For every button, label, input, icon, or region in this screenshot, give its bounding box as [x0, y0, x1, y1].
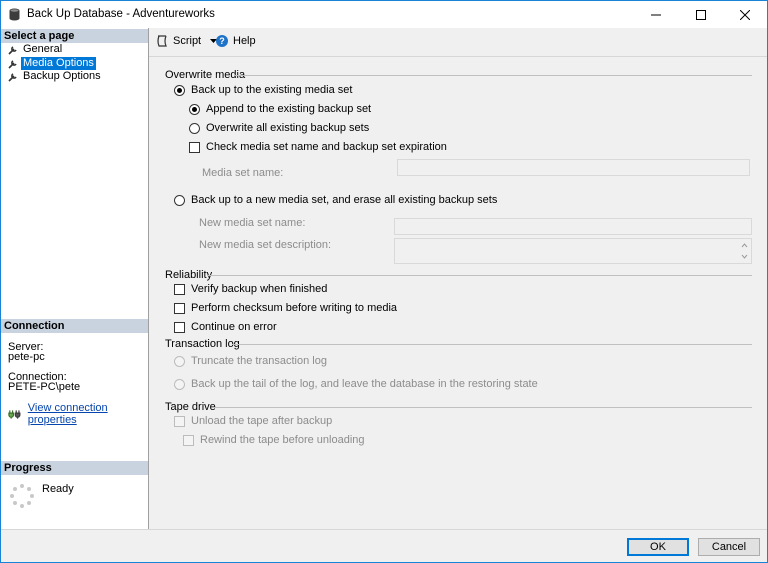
- page-item-general[interactable]: General: [8, 43, 62, 56]
- new-media-set-name-label: New media set name:: [199, 217, 306, 229]
- page-item-label: Backup Options: [23, 70, 101, 82]
- help-icon: ?: [216, 35, 228, 47]
- verify-backup-checkbox[interactable]: Verify backup when finished: [174, 283, 327, 295]
- overwrite-all-radio[interactable]: Overwrite all existing backup sets: [189, 122, 369, 134]
- left-panel: Select a page General Media Options Back…: [1, 28, 149, 529]
- page-item-backup-options[interactable]: Backup Options: [8, 70, 101, 83]
- radio-indicator: [189, 103, 200, 115]
- group-divider: [207, 275, 752, 276]
- ok-button[interactable]: OK: [627, 538, 689, 556]
- page-item-label: Media Options: [21, 57, 96, 70]
- rewind-tape-checkbox[interactable]: Rewind the tape before unloading: [183, 434, 365, 446]
- check-media-checkbox[interactable]: Check media set name and backup set expi…: [189, 141, 447, 153]
- transaction-log-title: Transaction log: [165, 338, 240, 350]
- maximize-icon: [696, 9, 706, 20]
- progress-status: Ready: [42, 483, 74, 495]
- checkbox-indicator: [189, 141, 200, 153]
- database-icon: [9, 8, 20, 21]
- new-media-set-radio[interactable]: Back up to a new media set, and erase al…: [174, 194, 497, 206]
- wrench-icon: [8, 72, 17, 82]
- checkbox-indicator: [183, 434, 194, 446]
- view-connection-link[interactable]: View connection properties: [28, 402, 148, 426]
- option-label: Append to the existing backup set: [206, 103, 372, 115]
- view-connection-properties[interactable]: View connection properties: [8, 402, 148, 426]
- option-label: Unload the tape after backup: [191, 415, 333, 427]
- maximize-button[interactable]: [679, 1, 723, 28]
- toolbar-divider: [149, 56, 767, 57]
- connection-value: PETE-PC\pete: [8, 381, 81, 393]
- close-button[interactable]: [723, 1, 767, 28]
- radio-indicator: [174, 84, 185, 96]
- checkbox-indicator: [174, 415, 185, 427]
- unload-tape-checkbox[interactable]: Unload the tape after backup: [174, 415, 332, 427]
- option-label: Back up to a new media set, and erase al…: [191, 194, 498, 206]
- scroll-arrows-icon[interactable]: [741, 242, 748, 260]
- radio-indicator: [174, 355, 185, 367]
- radio-indicator: [174, 378, 185, 390]
- wrench-icon: [8, 59, 17, 69]
- radio-indicator: [174, 194, 185, 206]
- truncate-log-radio[interactable]: Truncate the transaction log: [174, 355, 327, 367]
- option-label: Perform checksum before writing to media: [191, 302, 398, 314]
- connection-header: Connection: [1, 319, 148, 333]
- option-label: Truncate the transaction log: [191, 355, 327, 367]
- tape-drive-title: Tape drive: [165, 401, 216, 413]
- option-label: Check media set name and backup set expi…: [206, 141, 447, 153]
- script-icon: [157, 35, 167, 47]
- checkbox-indicator: [174, 283, 185, 295]
- option-label: Continue on error: [191, 321, 277, 333]
- backup-tail-log-radio[interactable]: Back up the tail of the log, and leave t…: [174, 378, 538, 390]
- wrench-icon: [8, 45, 17, 55]
- svg-text:?: ?: [219, 36, 225, 46]
- backup-database-dialog: Back Up Database - Adventureworks Select…: [0, 0, 768, 563]
- append-backup-set-radio[interactable]: Append to the existing backup set: [189, 103, 371, 115]
- checkbox-indicator: [174, 321, 185, 333]
- page-item-media-options[interactable]: Media Options: [8, 57, 96, 70]
- group-divider: [232, 344, 752, 345]
- group-divider: [213, 407, 752, 408]
- option-label: Verify backup when finished: [191, 283, 328, 295]
- toolbar: Script ? Help: [149, 28, 767, 55]
- option-label: Overwrite all existing backup sets: [206, 122, 370, 134]
- option-label: Back up the tail of the log, and leave t…: [191, 378, 538, 390]
- server-value: pete-pc: [8, 351, 45, 363]
- progress-spinner-icon: [10, 484, 34, 508]
- reliability-title: Reliability: [165, 269, 213, 281]
- title-bar: Back Up Database - Adventureworks: [1, 1, 767, 28]
- continue-on-error-checkbox[interactable]: Continue on error: [174, 321, 277, 333]
- help-label: Help: [233, 35, 256, 47]
- media-set-name-label: Media set name:: [202, 167, 284, 179]
- minimize-icon: [651, 14, 661, 15]
- new-media-set-description-input[interactable]: [394, 238, 752, 264]
- select-page-header: Select a page: [1, 29, 148, 43]
- minimize-button[interactable]: [634, 1, 678, 28]
- option-label: Rewind the tape before unloading: [200, 434, 365, 446]
- progress-header: Progress: [1, 461, 148, 475]
- radio-indicator: [189, 122, 200, 134]
- media-set-name-input[interactable]: [397, 159, 750, 176]
- script-label: Script: [173, 35, 202, 47]
- group-divider: [234, 75, 752, 76]
- cancel-button[interactable]: Cancel: [698, 538, 760, 556]
- checkbox-indicator: [174, 302, 185, 314]
- new-media-set-name-input[interactable]: [394, 218, 752, 235]
- footer-divider: [1, 529, 767, 530]
- perform-checksum-checkbox[interactable]: Perform checksum before writing to media: [174, 302, 397, 314]
- plug-icon: [8, 409, 21, 419]
- window-title: Back Up Database - Adventureworks: [27, 8, 215, 20]
- existing-media-set-radio[interactable]: Back up to the existing media set: [174, 84, 352, 96]
- option-label: Back up to the existing media set: [191, 84, 353, 96]
- script-button[interactable]: Script: [156, 35, 218, 47]
- help-button[interactable]: ? Help: [216, 35, 256, 47]
- close-icon: [740, 9, 750, 20]
- new-media-set-description-label: New media set description:: [199, 239, 332, 251]
- page-item-label: General: [23, 43, 63, 55]
